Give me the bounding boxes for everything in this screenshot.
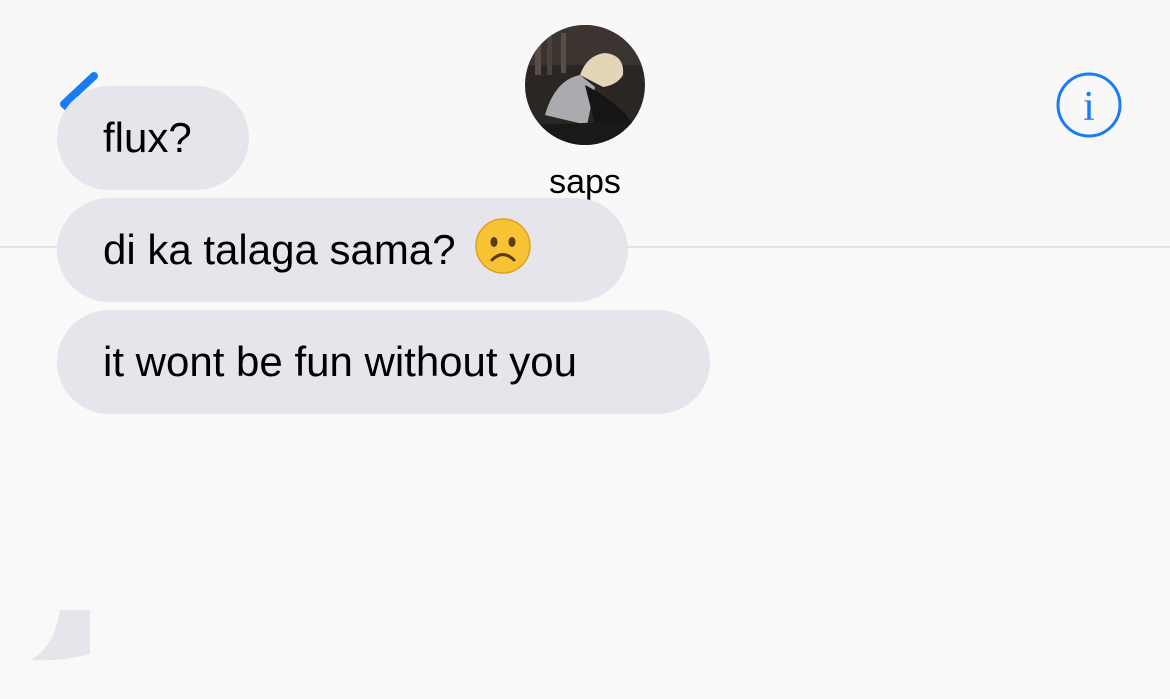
message-text: di ka talaga sama? <box>103 226 456 273</box>
avatar-photo <box>525 25 645 145</box>
message-text: flux? <box>103 114 192 161</box>
info-button[interactable]: i <box>1054 70 1124 140</box>
frowning-face-emoji <box>475 218 531 274</box>
message-text: it wont be fun without you <box>103 338 577 385</box>
message-bubble[interactable]: flux? <box>57 86 249 190</box>
info-circle-icon: i <box>1056 72 1122 138</box>
message-bubble[interactable]: it wont be fun without you <box>57 310 710 414</box>
contact-avatar[interactable] <box>525 25 645 145</box>
message-bubble[interactable]: di ka talaga sama? <box>57 198 628 302</box>
bubble-tail <box>30 610 90 662</box>
svg-text:i: i <box>1083 84 1095 130</box>
